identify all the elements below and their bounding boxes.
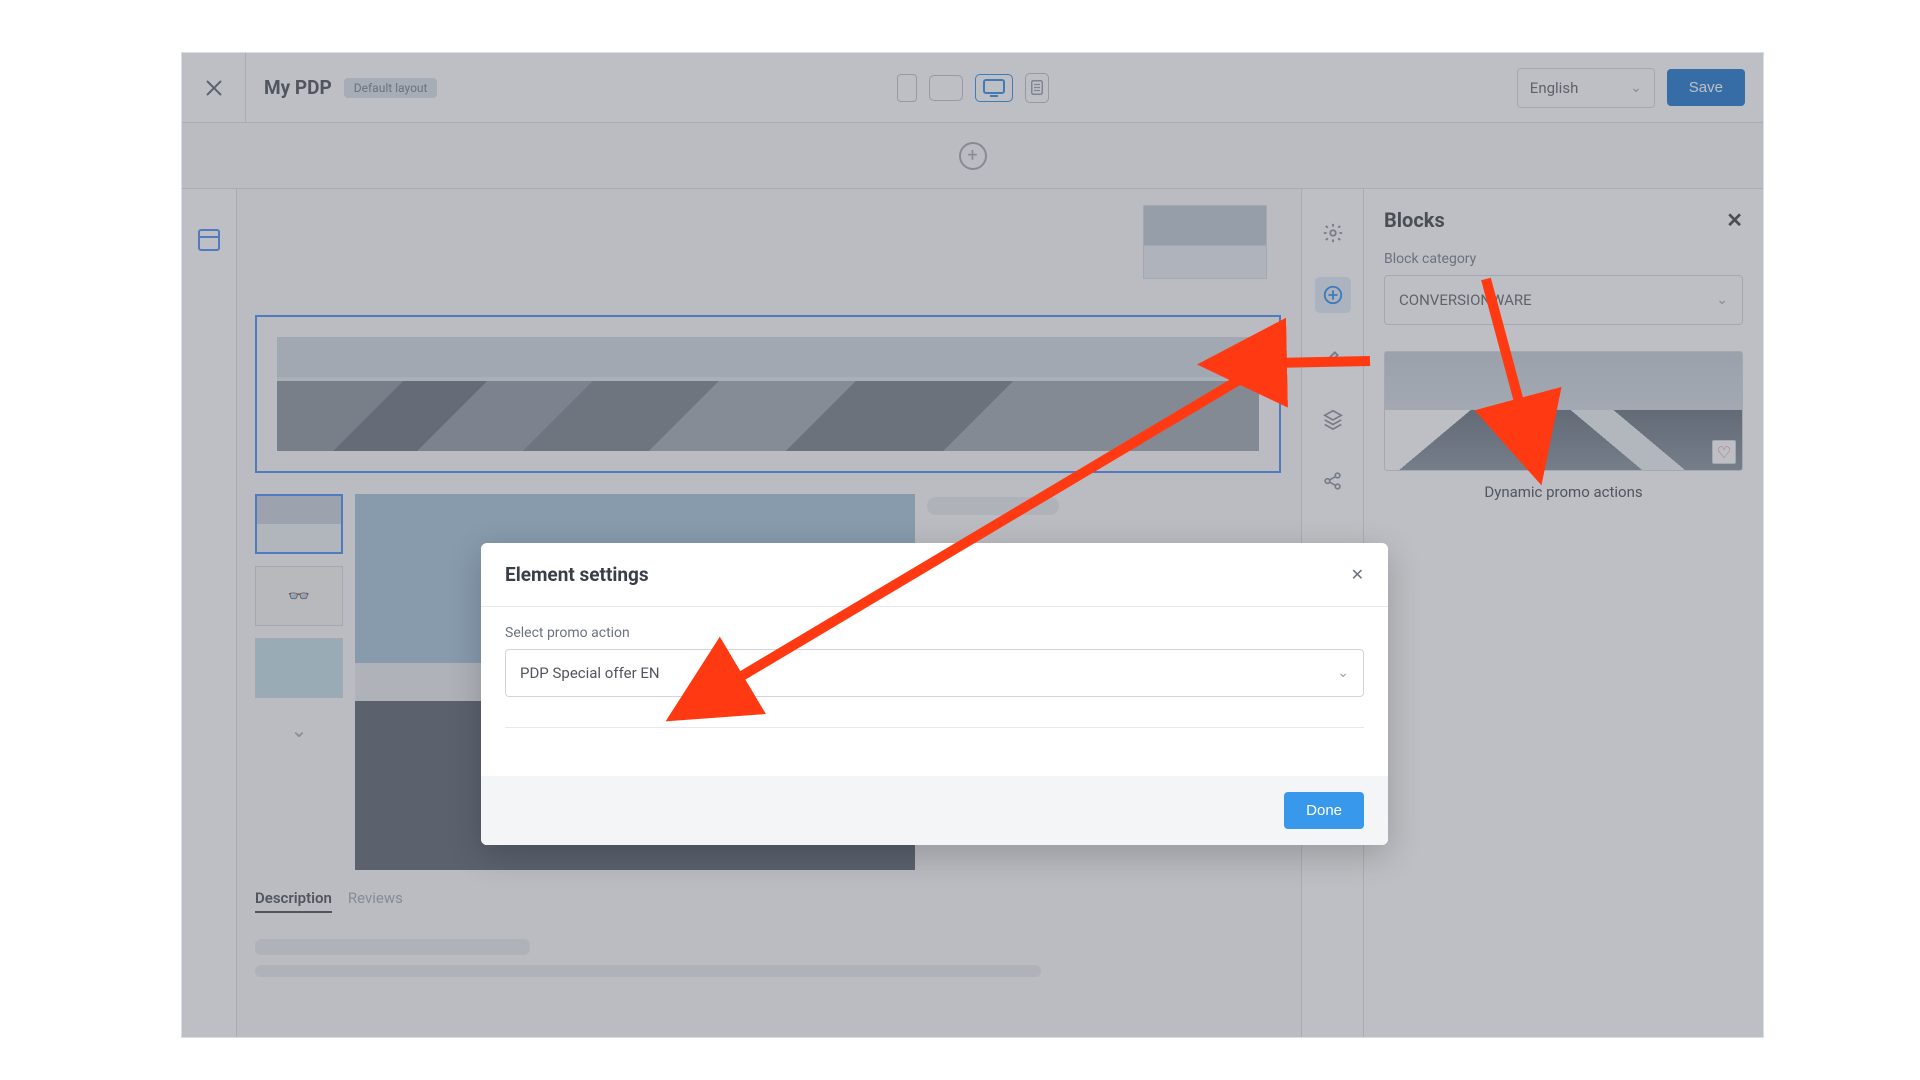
promo-action-value: PDP Special offer EN <box>520 664 660 682</box>
editor-stage: My PDP Default layout English ⌄ Save + <box>181 52 1764 1038</box>
modal-title: Element settings <box>505 563 649 586</box>
promo-action-select[interactable]: PDP Special offer EN ⌄ <box>505 649 1364 697</box>
promo-action-label: Select promo action <box>505 625 1364 641</box>
done-button[interactable]: Done <box>1284 792 1364 829</box>
element-settings-modal: Element settings ✕ Select promo action P… <box>481 543 1388 845</box>
chevron-down-icon: ⌄ <box>1337 665 1349 681</box>
modal-close-button[interactable]: ✕ <box>1351 565 1364 584</box>
divider <box>505 727 1364 728</box>
